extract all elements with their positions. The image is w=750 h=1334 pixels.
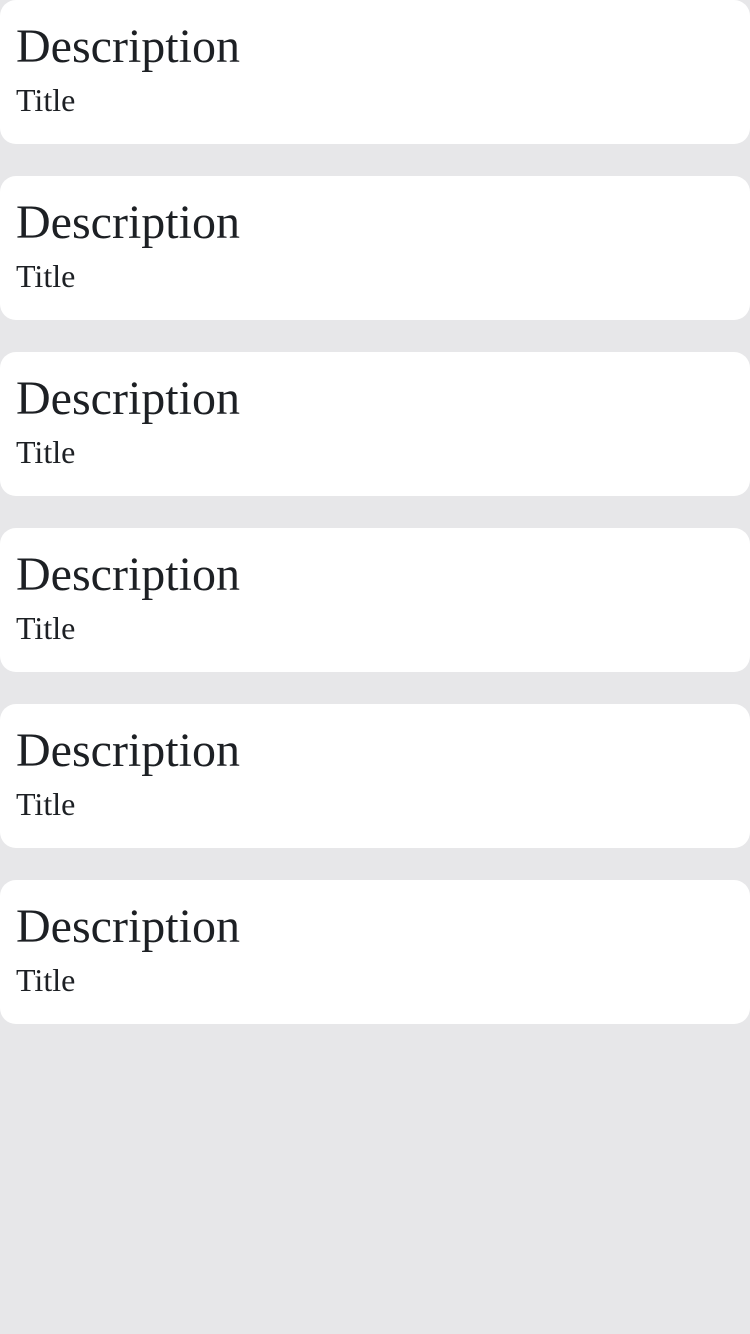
card-description: Description — [16, 20, 240, 73]
card-title: Title — [16, 610, 76, 646]
card-title: Title — [16, 786, 76, 822]
card-description: Description — [16, 900, 240, 953]
card-title: Title — [16, 434, 76, 470]
card-title: Title — [16, 82, 76, 118]
card-description: Description — [16, 548, 240, 601]
card-title: Title — [16, 258, 76, 294]
list-card[interactable]: Description Title — [0, 880, 750, 1024]
list-card[interactable]: Description Title — [0, 176, 750, 320]
card-description: Description — [16, 196, 240, 249]
list-card[interactable]: Description Title — [0, 528, 750, 672]
card-description: Description — [16, 724, 240, 777]
card-list: Description Title Description Title Desc… — [0, 0, 750, 1024]
card-description: Description — [16, 372, 240, 425]
list-card[interactable]: Description Title — [0, 352, 750, 496]
card-title: Title — [16, 962, 76, 998]
list-card[interactable]: Description Title — [0, 704, 750, 848]
list-card[interactable]: Description Title — [0, 0, 750, 144]
